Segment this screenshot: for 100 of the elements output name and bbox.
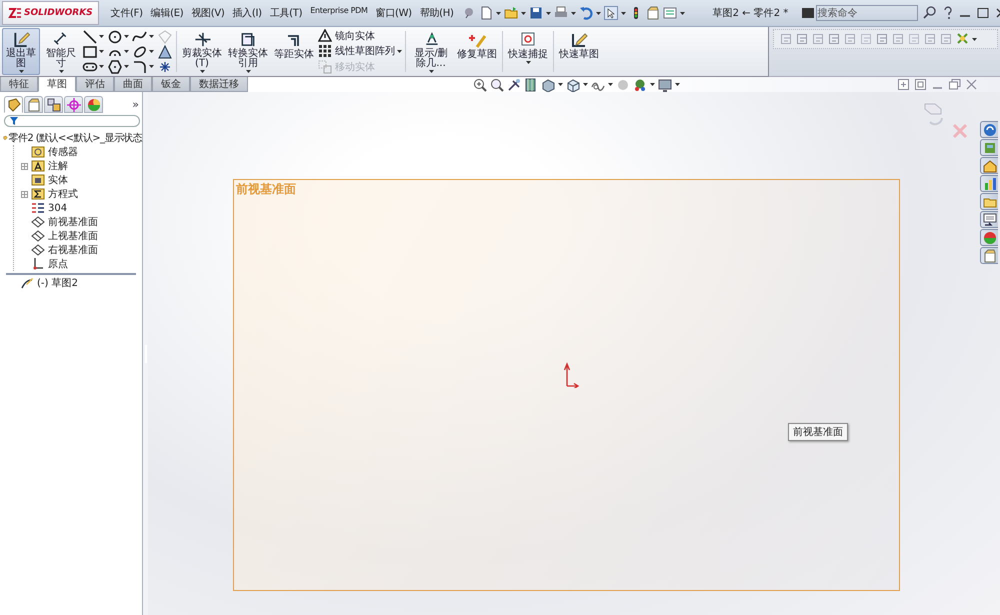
dropdown-caret-icon[interactable]: [520, 12, 526, 14]
ellipse-icon[interactable]: [132, 44, 148, 60]
panel-tab[interactable]: [84, 96, 103, 113]
toolbar-button[interactable]: [478, 6, 501, 20]
dropdown-caret-icon[interactable]: [124, 65, 129, 68]
ribbon-button[interactable]: 等距实体: [272, 28, 316, 75]
menu-item[interactable]: 编辑(E): [146, 6, 188, 20]
command-tab[interactable]: 曲面: [114, 77, 152, 92]
search-field[interactable]: 搜索命令: [816, 5, 918, 21]
polygon-icon[interactable]: [107, 58, 123, 74]
dropdown-caret-icon[interactable]: [972, 38, 977, 40]
dropdown-caret-icon[interactable]: [526, 61, 530, 64]
filter-field[interactable]: [4, 115, 140, 127]
dropdown-caret-icon[interactable]: [570, 12, 576, 14]
restore-icon[interactable]: [948, 78, 961, 91]
dropdown-caret-icon[interactable]: [558, 83, 563, 86]
dropdown-caret-icon[interactable]: [620, 12, 626, 14]
display-style-icon[interactable]: [566, 78, 580, 92]
tree-item[interactable]: 上视基准面: [48, 229, 98, 243]
help-icon[interactable]: [942, 6, 954, 20]
dropdown-caret-icon[interactable]: [246, 70, 250, 73]
dropdown-caret-icon[interactable]: [99, 65, 104, 68]
circle-icon[interactable]: [107, 28, 123, 44]
expand-toggle-icon[interactable]: [21, 190, 28, 198]
toolbar-button[interactable]: [528, 6, 551, 20]
toolbar-button[interactable]: [604, 6, 626, 20]
menu-item[interactable]: 工具(T): [266, 6, 306, 20]
line-icon[interactable]: [82, 28, 98, 44]
zoom-area-icon[interactable]: [490, 78, 504, 92]
expand-toggle-icon[interactable]: [21, 162, 28, 170]
dropdown-caret-icon[interactable]: [546, 12, 551, 14]
search-icon[interactable]: [922, 6, 938, 20]
tree-item[interactable]: (-) 草图2: [37, 276, 78, 290]
toolbar-button[interactable]: [578, 6, 601, 20]
ribbon-button[interactable]: 智能尺寸: [42, 28, 80, 75]
dropdown-caret-icon[interactable]: [149, 35, 154, 38]
dropdown-caret-icon[interactable]: [650, 83, 655, 86]
menu-item[interactable]: 插入(I): [228, 6, 266, 20]
dropdown-caret-icon[interactable]: [149, 65, 154, 68]
dropdown-caret-icon[interactable]: [99, 50, 104, 53]
panel-tab[interactable]: [44, 96, 63, 113]
dropdown-caret-icon[interactable]: [58, 70, 64, 73]
dropdown-caret-icon[interactable]: [596, 12, 601, 14]
dropdown-caret-icon[interactable]: [428, 70, 434, 73]
ribbon-button[interactable]: 显示/删除几...: [409, 28, 453, 75]
app-logo[interactable]: SOLIDWORKS: [2, 1, 99, 25]
menu-item[interactable]: 帮助(H): [416, 6, 458, 20]
dropdown-caret-icon[interactable]: [99, 35, 104, 38]
menu-item[interactable]: 文件(F): [106, 6, 147, 20]
dropdown-caret-icon[interactable]: [680, 12, 685, 14]
dropdown-caret-icon[interactable]: [496, 12, 501, 14]
maximize-icon[interactable]: [976, 7, 990, 19]
tree-item[interactable]: 传感器: [48, 145, 78, 159]
tree-item[interactable]: 零件2 (默认<<默认>_显示状态: [8, 131, 142, 145]
command-tab[interactable]: 草图: [38, 77, 76, 92]
tree-item[interactable]: 304: [48, 202, 68, 214]
tree-item[interactable]: 原点: [48, 257, 68, 271]
ribbon-button[interactable]: 快速草图: [557, 28, 601, 75]
scene-icon[interactable]: [633, 78, 647, 92]
dropdown-caret-icon[interactable]: [149, 50, 154, 53]
dropdown-caret-icon[interactable]: [583, 83, 588, 86]
ribbon-button[interactable]: 退出草图: [2, 28, 40, 75]
previous-view-icon[interactable]: [507, 78, 521, 92]
ribbon-button[interactable]: 线性草图阵列: [318, 44, 395, 58]
dropdown-caret-icon[interactable]: [608, 83, 613, 86]
dropdown-caret-icon[interactable]: [124, 35, 129, 38]
tree-item[interactable]: 方程式: [48, 187, 78, 201]
fillet-icon[interactable]: [132, 58, 148, 74]
dropdown-caret-icon[interactable]: [200, 70, 204, 73]
task-pane-tab[interactable]: [980, 211, 998, 228]
ribbon-button[interactable]: 镜向实体: [318, 28, 395, 43]
ribbon-button[interactable]: 转换实体引用: [226, 28, 270, 75]
menu-item[interactable]: Enterprise PDM: [306, 6, 372, 20]
command-tab[interactable]: 特征: [0, 77, 38, 92]
menu-item[interactable]: 视图(V): [187, 6, 228, 20]
rectangle-icon[interactable]: [82, 44, 98, 60]
panel-tab[interactable]: [24, 96, 43, 113]
toolbar-button[interactable]: [504, 6, 526, 20]
dropdown-caret-icon[interactable]: [675, 83, 680, 86]
section-view-icon[interactable]: [524, 78, 538, 92]
ribbon-button[interactable]: 快速捕捉: [506, 28, 550, 75]
ribbon-button[interactable]: 修复草图: [455, 28, 499, 75]
command-tab[interactable]: 评估: [76, 77, 114, 92]
dropdown-caret-icon[interactable]: [397, 50, 402, 53]
dropdown-caret-icon[interactable]: [124, 50, 129, 53]
view-settings-icon[interactable]: [658, 78, 672, 92]
tree-item[interactable]: 实体: [48, 173, 68, 187]
command-tab[interactable]: 钣金: [152, 77, 190, 92]
expand-view-icon[interactable]: [914, 78, 927, 91]
toolbar-button[interactable]: [554, 6, 576, 20]
tree-item[interactable]: 右视基准面: [48, 243, 98, 257]
tree-item[interactable]: 注解: [48, 159, 68, 173]
ribbon-button[interactable]: 剪裁实体(T): [180, 28, 224, 75]
toolbar-button[interactable]: [662, 6, 685, 20]
panel-tab[interactable]: [4, 96, 23, 113]
expand-chevron[interactable]: »: [132, 98, 139, 111]
triangle-icon[interactable]: [157, 44, 173, 60]
dropdown-caret-icon[interactable]: [18, 70, 24, 73]
command-tab[interactable]: 数据迁移: [190, 77, 248, 92]
tree-item[interactable]: 前视基准面: [48, 215, 98, 229]
